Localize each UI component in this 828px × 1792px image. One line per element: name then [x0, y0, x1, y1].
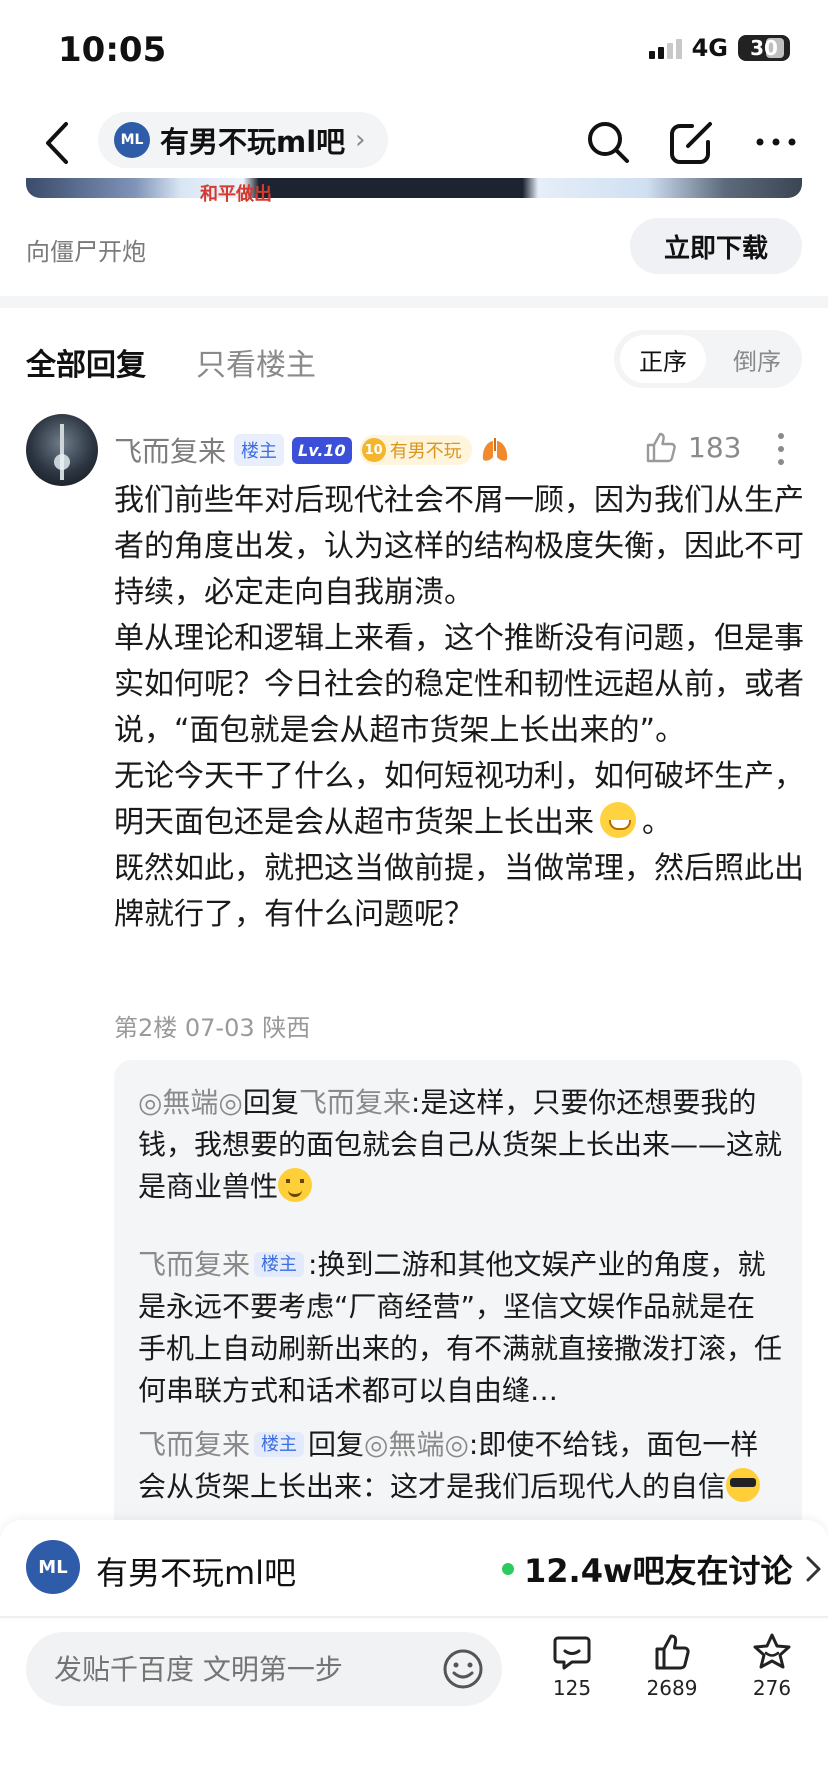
- reply-author[interactable]: 飞而复来: [138, 1428, 250, 1461]
- tab-op-only[interactable]: 只看楼主: [196, 340, 316, 384]
- reply-author[interactable]: 飞而复来: [138, 1248, 250, 1281]
- forum-name: 有男不玩ml吧: [160, 125, 346, 159]
- grin-emoji-icon: [600, 802, 636, 838]
- post-paragraph-text: 无论今天干了什么，如何短视功利，如何破坏生产，明天面包还是会从超市货架上长出来: [114, 759, 804, 840]
- battery-level: 30: [750, 36, 778, 60]
- op-badge: 楼主: [254, 1252, 305, 1277]
- lungs-icon: [482, 438, 507, 461]
- op-badge: 楼主: [234, 434, 285, 466]
- like-count: 2689: [646, 1676, 698, 1700]
- reply-author[interactable]: ◎無端◎: [138, 1086, 243, 1119]
- download-button[interactable]: 立即下载: [630, 218, 802, 274]
- like-post-button[interactable]: 2689: [632, 1632, 712, 1700]
- reply-input[interactable]: [52, 1648, 436, 1690]
- author-row: 飞而复来 楼主 Lv.10 10 有男不玩: [114, 430, 510, 470]
- online-dot-icon: [502, 1563, 514, 1575]
- sub-reply[interactable]: ◎無端◎回复飞而复来:是这样，只要你还想要我的钱，我想要的面包就会自己从货架上长…: [138, 1082, 782, 1208]
- forum-logo-icon[interactable]: ML: [26, 1540, 80, 1594]
- chevron-right-icon: [806, 1556, 821, 1582]
- reply-input-pill[interactable]: [26, 1632, 502, 1706]
- thumbs-up-icon: [655, 1634, 690, 1670]
- author-name[interactable]: 飞而复来: [114, 430, 226, 470]
- comment-icon: [553, 1636, 591, 1670]
- level-badge: Lv.10: [292, 436, 352, 464]
- section-divider: [0, 296, 828, 308]
- forum-badge-label: 有男不玩: [389, 441, 462, 462]
- op-badge: 楼主: [254, 1432, 305, 1457]
- search-icon[interactable]: [584, 118, 632, 166]
- discussing-text: 12.4w吧友在讨论: [524, 1552, 793, 1590]
- discussing-count[interactable]: 12.4w吧友在讨论: [502, 1546, 823, 1592]
- sort-ascending-button[interactable]: 正序: [620, 335, 706, 383]
- smile-emoji-icon: [278, 1168, 313, 1202]
- sort-descending-button[interactable]: 倒序: [714, 335, 800, 383]
- forum-member-badge: 10 有男不玩: [359, 435, 472, 465]
- sub-reply[interactable]: 飞而复来 楼主:换到二游和其他文娱产业的角度，就是永远不要考虑“厂商经营”，坚信文…: [138, 1244, 782, 1412]
- post-paragraph: 无论今天干了什么，如何短视功利，如何破坏生产，明天面包还是会从超市货架上长出来。: [114, 754, 804, 846]
- divider: [0, 1616, 828, 1618]
- forum-logo-icon: ML: [114, 122, 150, 158]
- banner-text: 和平做出: [200, 184, 272, 205]
- forum-pill[interactable]: ML 有男不玩ml吧 ›: [98, 112, 388, 168]
- comment-button[interactable]: 125: [532, 1632, 612, 1700]
- forum-bar-name[interactable]: 有男不玩ml吧: [96, 1548, 296, 1594]
- more-options-icon[interactable]: [776, 432, 786, 466]
- sub-replies[interactable]: ◎無端◎回复飞而复来:是这样，只要你还想要我的钱，我想要的面包就会自己从货架上长…: [114, 1060, 802, 1540]
- chevron-right-icon: ›: [355, 125, 366, 155]
- sunglasses-emoji-icon: [726, 1468, 761, 1502]
- more-icon[interactable]: [752, 118, 800, 166]
- compose-icon[interactable]: [668, 118, 716, 166]
- battery-icon: 30: [738, 35, 790, 61]
- post-paragraph: 既然如此，就把这当做前提，当做常理，然后照此出牌就行了，有什么问题呢？: [114, 851, 804, 932]
- post-paragraph: 我们前些年对后现代社会不屑一顾，因为我们从生产者的角度出发，认为这样的结构极度失…: [114, 483, 804, 610]
- signal-icon: [648, 37, 682, 59]
- avatar[interactable]: [26, 414, 98, 486]
- medal-icon: 10: [361, 438, 386, 462]
- post-content: 我们前些年对后现代社会不屑一顾，因为我们从生产者的角度出发，认为这样的结构极度失…: [114, 478, 804, 938]
- reply-word: 回复: [308, 1428, 365, 1461]
- post-paragraph-tail: 。: [642, 805, 672, 840]
- reply-word: 回复: [242, 1086, 299, 1119]
- status-indicators: 4G 30: [648, 34, 790, 62]
- post-paragraph: 单从理论和逻辑上来看，这个推断没有问题，但是事实如何呢？今日社会的稳定性和韧性远…: [114, 621, 804, 748]
- network-type: 4G: [691, 34, 728, 62]
- status-time: 10:05: [58, 30, 167, 70]
- banner-image[interactable]: [26, 178, 802, 198]
- favorite-count: 276: [752, 1676, 792, 1700]
- reply-target[interactable]: 飞而复来: [299, 1086, 411, 1119]
- comment-count: 125: [552, 1676, 592, 1700]
- post-meta: 第2楼 07-03 陕西: [114, 1014, 311, 1042]
- back-arrow-icon[interactable]: [38, 118, 78, 168]
- reply-target[interactable]: ◎無端◎: [364, 1428, 469, 1461]
- like-button[interactable]: 183: [644, 430, 741, 464]
- star-icon: [753, 1633, 791, 1669]
- emoji-icon[interactable]: [442, 1648, 484, 1690]
- tab-all-replies[interactable]: 全部回复: [26, 340, 146, 384]
- thumbs-up-icon: [646, 432, 676, 463]
- favorite-button[interactable]: 276: [732, 1632, 812, 1700]
- ad-title: 向僵尸开炮: [26, 238, 146, 266]
- like-count: 183: [688, 430, 742, 464]
